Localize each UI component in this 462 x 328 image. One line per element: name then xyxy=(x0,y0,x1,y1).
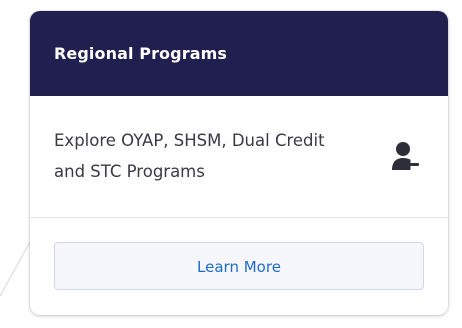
card-body: Explore OYAP, SHSM, Dual Credit and STC … xyxy=(30,96,448,218)
learn-more-button[interactable]: Learn More xyxy=(54,242,424,290)
card-title: Regional Programs xyxy=(54,44,227,63)
card-description: Explore OYAP, SHSM, Dual Credit and STC … xyxy=(54,131,325,181)
card-header: Regional Programs xyxy=(30,11,448,96)
card-footer: Learn More xyxy=(30,218,448,290)
user-remove-icon xyxy=(392,142,419,170)
regional-programs-card: Regional Programs Explore OYAP, SHSM, Du… xyxy=(30,11,448,315)
